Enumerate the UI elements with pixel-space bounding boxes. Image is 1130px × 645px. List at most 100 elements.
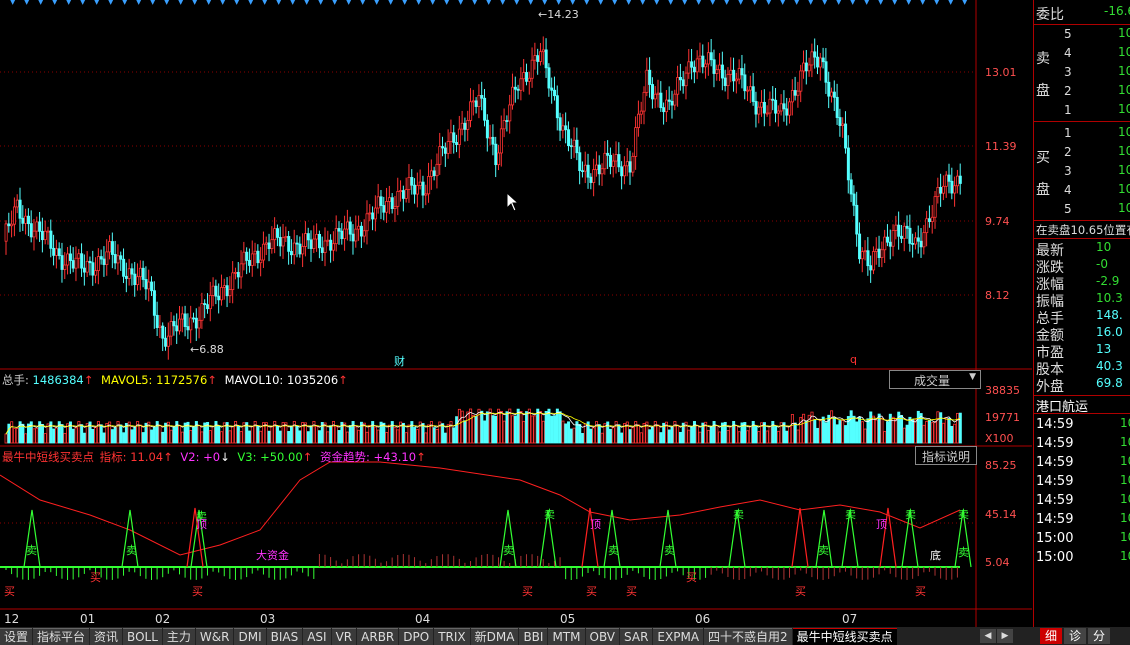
candle-body xyxy=(46,230,50,233)
volume-bar xyxy=(533,415,537,444)
tick-price: 10 xyxy=(1120,549,1130,563)
candle-body xyxy=(623,165,627,177)
candle-body xyxy=(242,251,246,265)
scroll-right-icon[interactable]: ▶ xyxy=(997,629,1013,643)
right-panel-tab[interactable]: 细 xyxy=(1040,628,1062,644)
volume-indicator-select[interactable]: 成交量 ▼ xyxy=(889,370,981,389)
volume-bar xyxy=(852,415,856,444)
buy-label: 买 xyxy=(1036,150,1050,166)
volume-bar xyxy=(357,429,361,444)
candle-body xyxy=(838,117,842,126)
top-marker-icon: ▼ xyxy=(234,0,240,6)
indicator-tab[interactable]: MTM xyxy=(548,627,585,645)
sell-level-row: 4 10 xyxy=(1064,45,1130,63)
indicator-tab[interactable]: 最牛中短线买卖点 xyxy=(792,627,897,645)
tick-row: 14:59 10 xyxy=(1036,492,1130,510)
candle-body xyxy=(21,217,25,224)
candle-body xyxy=(256,250,260,264)
right-panel-tab[interactable]: 分 xyxy=(1088,628,1110,644)
buy-label: 盘 xyxy=(1036,182,1050,198)
volume-bar xyxy=(217,425,221,444)
top-marker-icon: ▼ xyxy=(500,0,506,6)
indicator-tab[interactable]: TRIX xyxy=(434,627,470,645)
q-event-marker[interactable]: q xyxy=(850,353,857,366)
finance-event-marker[interactable]: 财 xyxy=(394,353,405,369)
indicator-tab[interactable]: 主力 xyxy=(162,627,195,645)
candle-body xyxy=(550,87,554,91)
volume-bar xyxy=(863,428,867,444)
candle-body xyxy=(351,233,355,242)
candle-body xyxy=(390,197,394,209)
volume-bar xyxy=(119,424,123,444)
candle-body xyxy=(737,68,741,80)
stat-value: 69.8 xyxy=(1096,376,1123,390)
indicator-tab[interactable]: 资讯 xyxy=(90,627,123,645)
candle-body xyxy=(897,224,901,237)
top-marker-icon: ▼ xyxy=(864,0,870,6)
indicator-tab[interactable]: BBI xyxy=(519,627,548,645)
indicator-tab[interactable]: 设置 xyxy=(0,627,33,645)
candle-body xyxy=(564,125,568,131)
candle-body xyxy=(290,250,294,256)
candle-body xyxy=(603,152,607,170)
volume-bar xyxy=(572,427,576,444)
buy-signal-label: 买 xyxy=(795,585,806,598)
volume-bar xyxy=(888,413,892,444)
candle-body xyxy=(930,216,934,222)
candle-body xyxy=(611,160,615,167)
indicator-help-button[interactable]: 指标说明 xyxy=(915,446,978,465)
indicator-tab[interactable]: 新DMA xyxy=(470,627,519,645)
volume-bar xyxy=(421,423,425,444)
scroll-left-icon[interactable]: ◀ xyxy=(980,629,996,643)
volume-bar xyxy=(729,426,733,444)
kline-chart[interactable] xyxy=(0,0,1032,627)
volume-bar xyxy=(734,425,738,444)
indicator-tab[interactable]: OBV xyxy=(585,627,620,645)
indicator-tab[interactable]: ARBR xyxy=(357,627,399,645)
indicator-tab[interactable]: BOLL xyxy=(123,627,162,645)
volume-bar xyxy=(930,422,934,444)
candle-body xyxy=(684,72,688,87)
indicator-tab[interactable]: DPO xyxy=(399,627,434,645)
candle-body xyxy=(183,313,187,327)
candle-body xyxy=(220,287,224,301)
candle-body xyxy=(379,196,383,206)
candle-body xyxy=(345,221,349,230)
top-marker-icon: ▼ xyxy=(262,0,268,6)
indicator-tab[interactable]: EXPMA xyxy=(653,627,704,645)
volume-bar xyxy=(150,429,154,444)
candle-body xyxy=(276,228,280,238)
candle-body xyxy=(816,56,820,68)
candle-body xyxy=(947,174,951,182)
top-marker-icon: ▼ xyxy=(850,0,856,6)
volume-bar xyxy=(667,429,671,444)
buy-level-row: 4 10 xyxy=(1064,182,1130,200)
volume-bar xyxy=(754,425,758,444)
volume-bar xyxy=(329,425,333,444)
indicator-tab[interactable]: ASI xyxy=(303,627,331,645)
indicator-tab[interactable]: 四十不惑自用2 xyxy=(704,627,792,645)
candle-body xyxy=(541,49,545,53)
indicator-tab[interactable]: W&R xyxy=(195,627,234,645)
top-marker-icon: ▼ xyxy=(598,0,604,6)
top-marker-icon: ▼ xyxy=(430,0,436,6)
right-panel-tab[interactable]: 诊 xyxy=(1064,628,1086,644)
candle-body xyxy=(357,225,361,230)
volume-bar xyxy=(516,408,520,444)
volume-bar xyxy=(536,408,540,444)
indicator-tab[interactable]: 指标平台 xyxy=(33,627,90,645)
candle-body xyxy=(553,89,557,97)
indicator-tab[interactable]: SAR xyxy=(620,627,653,645)
indicator-tab[interactable]: DMI xyxy=(234,627,266,645)
candle-body xyxy=(217,295,221,301)
candle-body xyxy=(113,254,117,264)
candle-body xyxy=(516,88,520,91)
indicator-tab[interactable]: BIAS xyxy=(266,627,303,645)
candle-body xyxy=(329,239,333,251)
candle-body xyxy=(555,95,559,119)
volume-bar xyxy=(628,429,632,444)
candle-body xyxy=(334,228,338,245)
candle-body xyxy=(401,190,405,199)
volume-bar xyxy=(488,408,492,444)
indicator-tab[interactable]: VR xyxy=(331,627,357,645)
